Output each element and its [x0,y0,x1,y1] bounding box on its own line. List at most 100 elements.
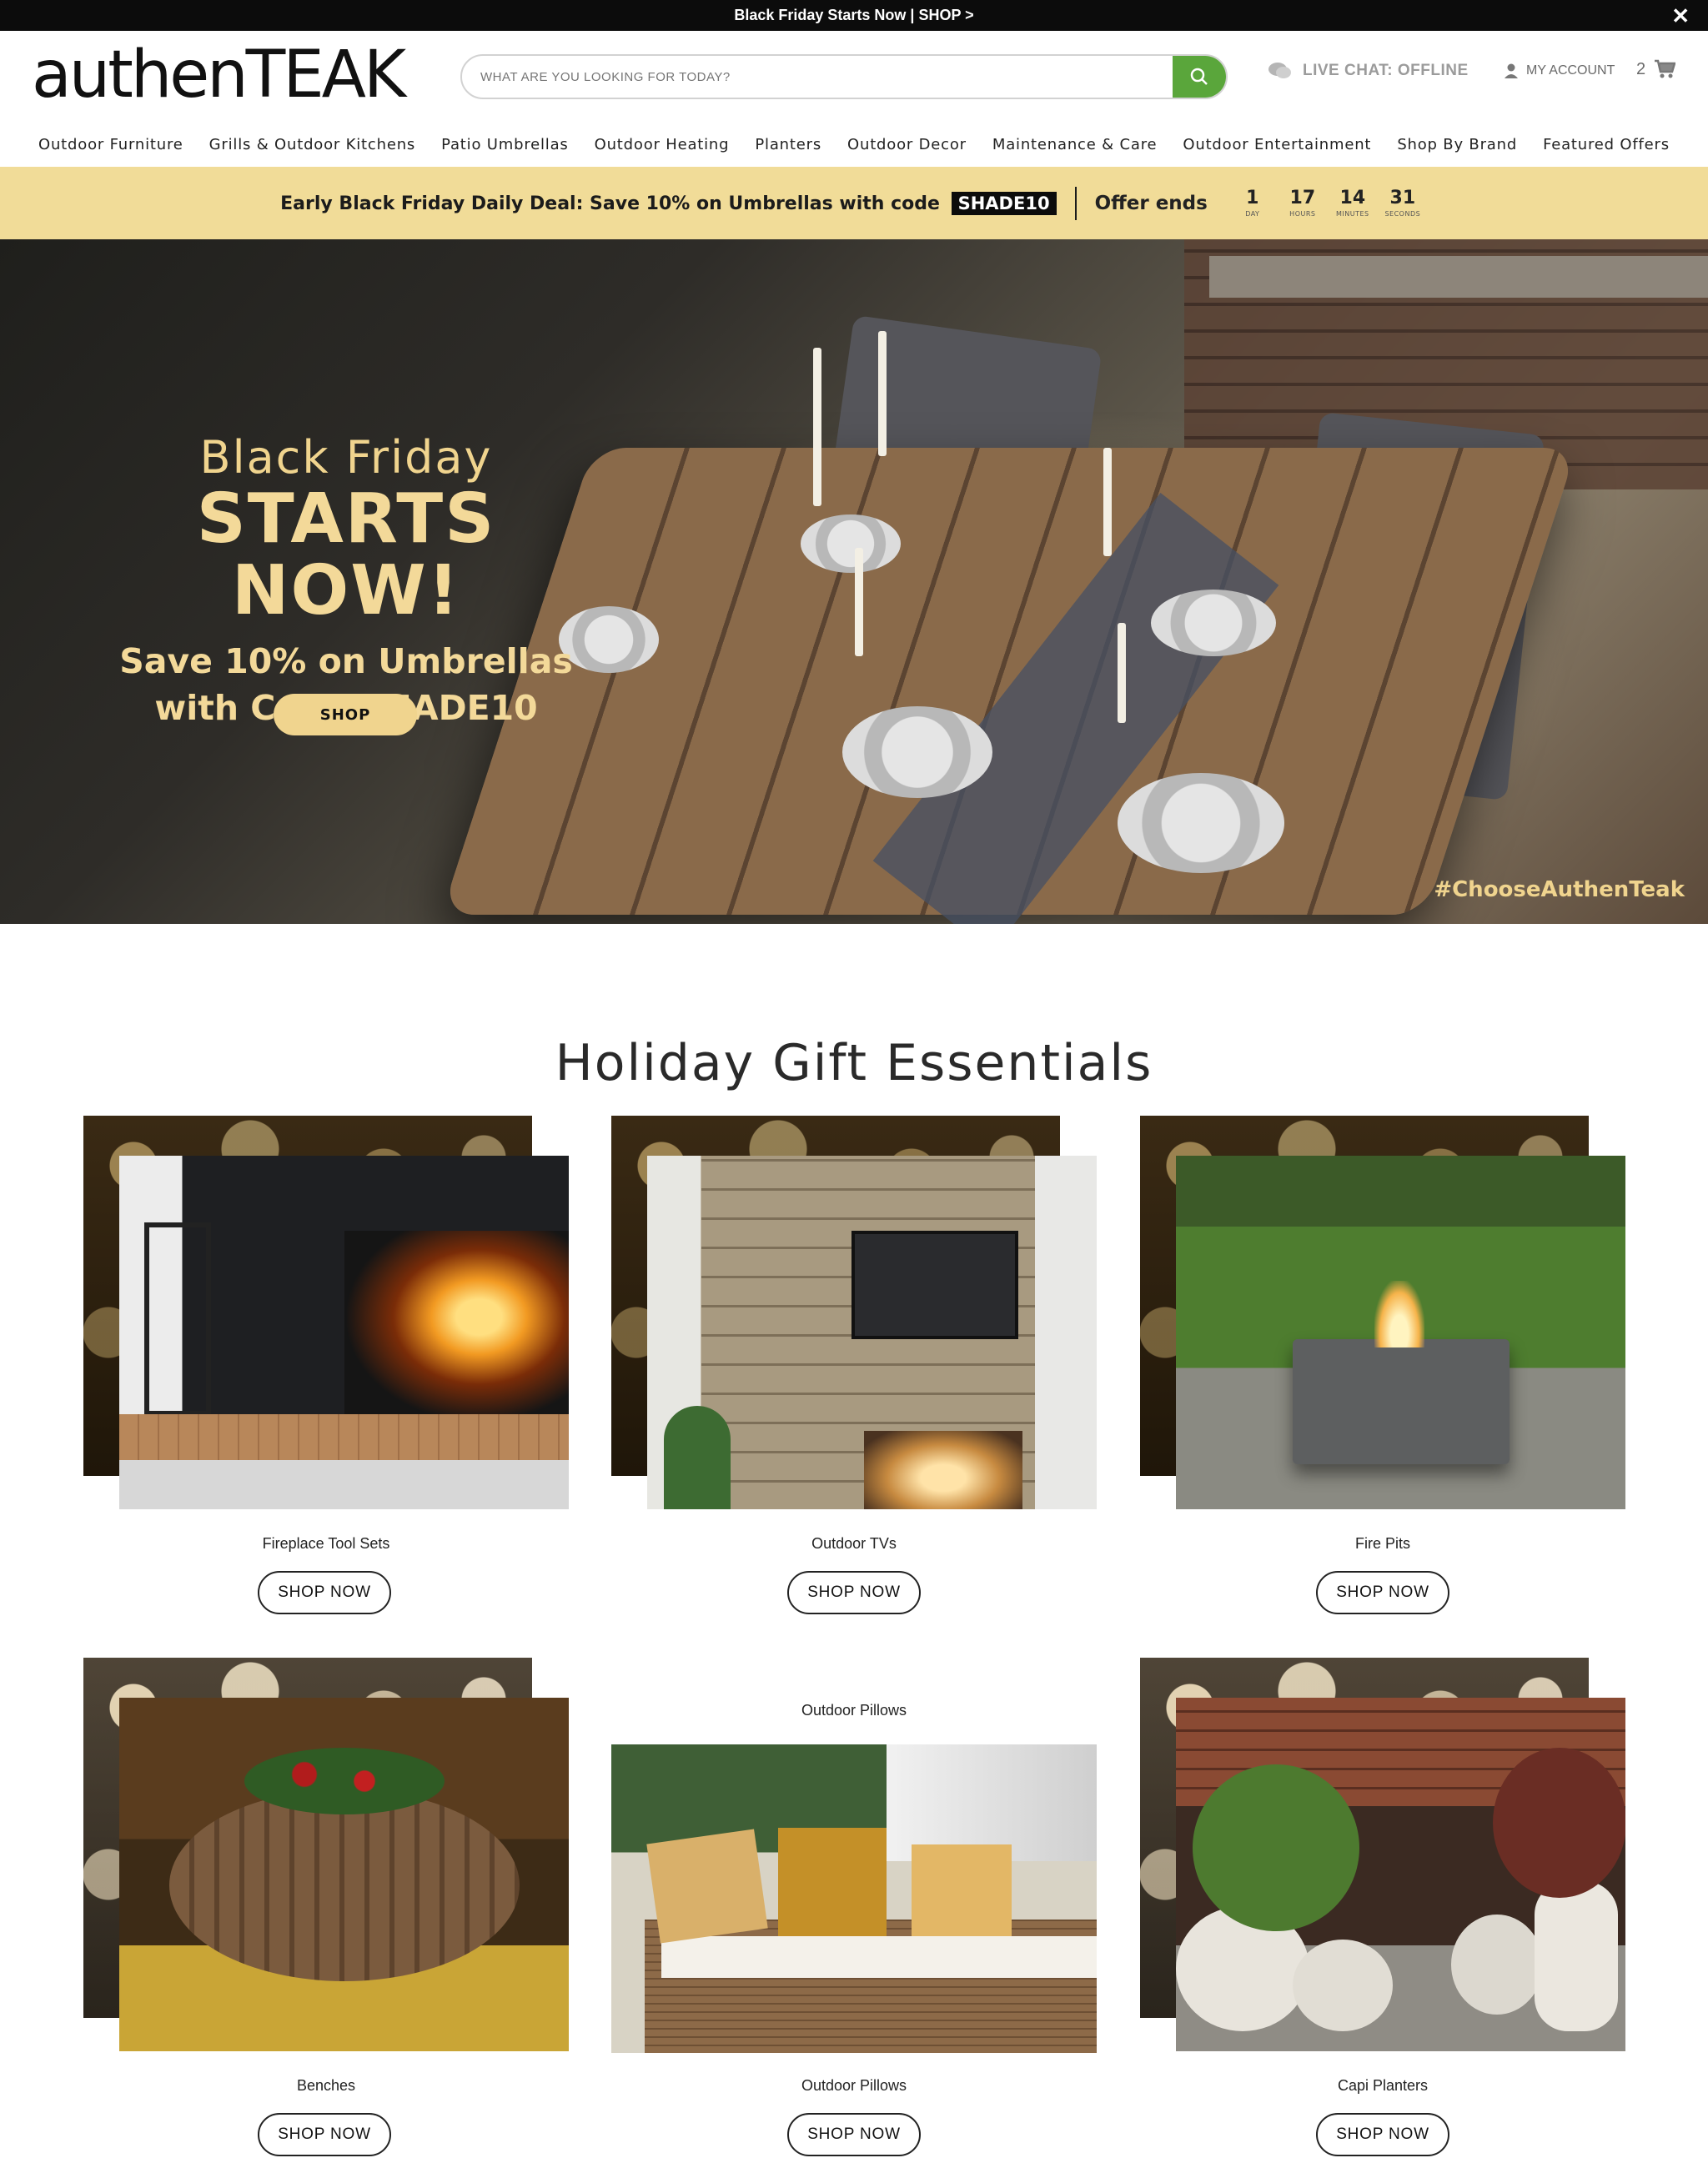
wood-floor [119,1414,569,1464]
my-account[interactable]: MY ACCOUNT [1503,63,1615,79]
shop-now-capi-planters[interactable]: SHOP NOW [1316,2113,1449,2156]
fireplace-tools-photo[interactable] [119,1156,569,1509]
plant [664,1406,731,1509]
cart-count: 2 [1636,59,1646,78]
hero-line-1: Black Friday [199,431,493,484]
timer-days: 1 DAY [1228,188,1278,218]
shop-now-fire-pits[interactable]: SHOP NOW [1316,1571,1449,1614]
announcement-text[interactable]: Black Friday Starts Now | SHOP > [734,7,973,24]
hero-candle [878,331,887,456]
site-logo[interactable]: authenTEAK [32,43,406,108]
card-label-outdoor-pillows[interactable]: Outdoor Pillows [611,2077,1097,2095]
nav-grills-outdoor-kitchens[interactable]: Grills & Outdoor Kitchens [209,136,415,153]
overlay-label-outdoor-pillows[interactable]: Outdoor Pillows [611,1702,1097,1719]
deal-divider [1074,186,1077,220]
timer-hours-label: HOURS [1289,209,1316,218]
promo-code: SHADE10 [951,191,1057,215]
nav-shop-by-brand[interactable]: Shop By Brand [1397,136,1517,153]
hero-plate [1151,590,1276,656]
planter-tall [1535,1881,1618,2031]
search-button[interactable] [1173,56,1226,98]
rug [119,1460,569,1509]
live-chat-label[interactable]: LIVE CHAT: OFFLINE [1303,62,1469,80]
timer-days-label: DAY [1245,209,1260,218]
nav-maintenance-care[interactable]: Maintenance & Care [992,136,1157,153]
fire-pit-block [1293,1339,1510,1464]
timer-minutes-label: MINUTES [1336,209,1369,218]
hero-plate [801,514,901,573]
gift-card-outdoor-tvs[interactable] [611,1116,1097,1509]
nav-outdoor-entertainment[interactable]: Outdoor Entertainment [1183,136,1371,153]
cart-icon[interactable] [1654,59,1676,79]
hero-candle [1103,448,1112,556]
fireplace-opening [864,1431,1022,1509]
hero-candle [813,348,821,506]
gift-card-benches[interactable] [83,1658,569,2051]
hero-wall-cap [1209,256,1708,298]
my-account-label[interactable]: MY ACCOUNT [1526,63,1615,78]
chat-icon [1268,63,1291,78]
timer-minutes: 14 MINUTES [1328,188,1378,218]
search-bar [460,54,1228,99]
nav-outdoor-decor[interactable]: Outdoor Decor [847,136,967,153]
hero-line-2: STARTS NOW! [196,479,496,631]
benches-photo[interactable] [119,1698,569,2051]
search-input[interactable] [462,56,1176,98]
card-label-outdoor-tvs[interactable]: Outdoor TVs [611,1535,1097,1553]
close-icon[interactable]: ✕ [1671,3,1690,29]
plant-foliage [1193,1764,1359,1931]
section-title: Holiday Gift Essentials [555,1034,1153,1092]
nav-outdoor-heating[interactable]: Outdoor Heating [595,136,730,153]
gift-card-fire-pits[interactable] [1140,1116,1625,1509]
tv-screen [851,1231,1018,1339]
tool-stand [144,1222,211,1423]
fire-pits-photo[interactable] [1176,1156,1625,1509]
fireplace-opening [344,1231,569,1423]
planter-medium [1293,1940,1393,2031]
capi-planters-photo[interactable] [1176,1698,1625,2051]
cart[interactable]: 2 [1636,59,1676,79]
round-bench [169,1789,520,1981]
card-label-benches[interactable]: Benches [83,2077,569,2095]
nav-featured-offers[interactable]: Featured Offers [1543,136,1670,153]
pillow [646,1829,768,1944]
window [887,1744,1097,1861]
hero-plate [1118,773,1284,873]
shop-now-benches[interactable]: SHOP NOW [258,2113,391,2156]
flowers [244,1748,445,1814]
pillow [778,1828,887,1936]
card-label-fire-pits[interactable]: Fire Pits [1140,1535,1625,1553]
fire-flame [1374,1281,1424,1347]
gift-card-fireplace-tools[interactable] [83,1116,569,1509]
nav-planters[interactable]: Planters [755,136,821,153]
hero-shop-button[interactable]: SHOP [274,694,417,735]
deal-banner[interactable]: Early Black Friday Daily Deal: Save 10% … [0,167,1708,239]
search-icon [1190,68,1208,85]
shop-now-outdoor-tvs[interactable]: SHOP NOW [787,1571,921,1614]
shop-now-outdoor-pillows[interactable]: SHOP NOW [787,2113,921,2156]
timer-seconds-label: SECONDS [1384,209,1421,218]
shop-now-fireplace-tools[interactable]: SHOP NOW [258,1571,391,1614]
outdoor-tvs-photo[interactable] [647,1156,1097,1509]
nav-patio-umbrellas[interactable]: Patio Umbrellas [441,136,569,153]
deal-text: Early Black Friday Daily Deal: Save 10% … [280,191,1057,215]
plant-foliage [1493,1748,1625,1898]
timer-seconds-value: 31 [1389,187,1416,208]
card-label-capi-planters[interactable]: Capi Planters [1140,2077,1625,2095]
hero-hashtag: #ChooseAuthenTeak [1434,877,1685,902]
live-chat[interactable]: LIVE CHAT: OFFLINE [1268,61,1469,81]
gift-card-capi-planters[interactable] [1140,1658,1625,2051]
main-nav: Outdoor Furniture Grills & Outdoor Kitch… [0,127,1708,162]
timer-hours: 17 HOURS [1278,188,1328,218]
hero-banner[interactable]: Black Friday STARTS NOW! Save 10% on Umb… [0,239,1708,924]
offer-ends-label: Offer ends [1094,192,1208,214]
user-icon [1505,63,1518,78]
hero-copy: Black Friday STARTS NOW! Save 10% on Umb… [75,431,617,731]
cushion [661,1936,1097,1978]
outdoor-pillows-photo[interactable] [611,1744,1097,2053]
hero-line-3: Save 10% on Umbrellas [119,641,573,682]
card-label-fireplace-tools[interactable]: Fireplace Tool Sets [83,1535,569,1553]
announcement-bar[interactable]: Black Friday Starts Now | SHOP > ✕ [0,0,1708,31]
nav-outdoor-furniture[interactable]: Outdoor Furniture [38,136,183,153]
pillow [912,1844,1012,1936]
